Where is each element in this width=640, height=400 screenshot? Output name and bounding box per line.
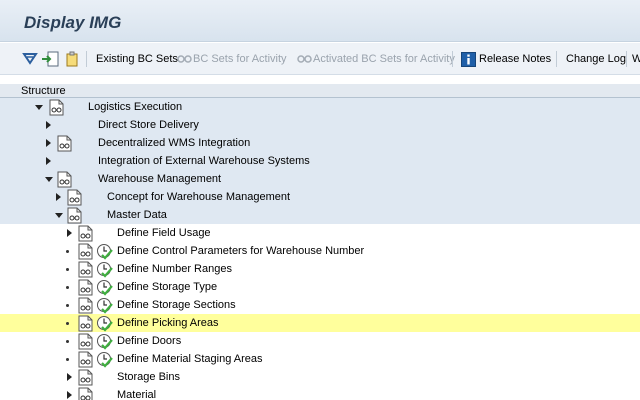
tree-node-label: Decentralized WMS Integration xyxy=(98,137,251,149)
tree-node-label: Integration of External Warehouse System… xyxy=(98,155,310,167)
find-icon[interactable] xyxy=(22,43,38,75)
img-document-icon xyxy=(57,135,72,152)
tree-row[interactable]: Storage Bins xyxy=(0,368,640,386)
release-notes-label: Release Notes xyxy=(479,53,552,65)
toolbar-separator xyxy=(626,51,627,67)
expand-arrow-icon[interactable] xyxy=(67,229,72,237)
application-toolbar: Existing BC Sets BC Sets for Activity Ac… xyxy=(0,43,640,75)
execute-activity-icon[interactable] xyxy=(96,333,113,350)
tree-row[interactable]: Direct Store Delivery xyxy=(0,116,640,134)
img-document-icon xyxy=(78,351,93,368)
tree-node-label: Define Control Parameters for Warehouse … xyxy=(117,245,365,257)
info-icon xyxy=(461,51,476,67)
collapse-arrow-icon[interactable] xyxy=(55,213,63,218)
leaf-bullet xyxy=(66,250,69,253)
change-log-button[interactable]: Change Log xyxy=(566,43,626,75)
leaf-bullet xyxy=(66,340,69,343)
tree-row[interactable]: Logistics Execution xyxy=(0,98,640,116)
expand-arrow-icon[interactable] xyxy=(46,139,51,147)
toolbar-separator xyxy=(556,51,557,67)
execute-activity-icon[interactable] xyxy=(96,315,113,332)
execute-activity-icon[interactable] xyxy=(96,351,113,368)
tree-node-label: Define Material Staging Areas xyxy=(117,353,263,365)
tree-row[interactable]: Define Field Usage xyxy=(0,224,640,242)
title-bar: Display IMG xyxy=(0,0,640,42)
img-document-icon xyxy=(78,225,93,242)
expand-arrow-icon[interactable] xyxy=(46,121,51,129)
tree-row[interactable]: Material xyxy=(0,386,640,400)
release-notes-button[interactable]: Release Notes xyxy=(461,43,551,75)
tree-node-label: Storage Bins xyxy=(117,371,180,383)
bc-sets-for-activity-label: BC Sets for Activity xyxy=(193,53,287,65)
img-document-icon xyxy=(78,387,93,400)
tree-node-label: Define Picking Areas xyxy=(117,317,219,329)
img-document-icon xyxy=(78,279,93,296)
img-structure-tree: Logistics Execution Direct Store Deliver… xyxy=(0,98,640,400)
tree-node-label: Concept for Warehouse Management xyxy=(107,191,291,203)
toolbar-separator xyxy=(86,51,87,67)
tree-row[interactable]: Define Number Ranges xyxy=(0,260,640,278)
tree-row[interactable]: Master Data xyxy=(0,206,640,224)
execute-activity-icon[interactable] xyxy=(96,261,113,278)
toolbar-overflow-button[interactable]: W xyxy=(632,43,640,75)
tree-node-label: Define Number Ranges xyxy=(117,263,232,275)
expand-arrow-icon[interactable] xyxy=(67,391,72,399)
execute-activity-icon[interactable] xyxy=(96,243,113,260)
leaf-bullet xyxy=(66,358,69,361)
img-document-icon xyxy=(67,207,82,224)
tree-row[interactable]: Define Control Parameters for Warehouse … xyxy=(0,242,640,260)
tree-node-label: Define Storage Sections xyxy=(117,299,236,311)
leaf-bullet xyxy=(66,304,69,307)
tree-row[interactable]: Decentralized WMS Integration xyxy=(0,134,640,152)
toolbar-separator xyxy=(452,51,453,67)
img-document-icon xyxy=(57,171,72,188)
img-document-icon xyxy=(78,243,93,260)
img-document-icon xyxy=(78,261,93,278)
leaf-bullet xyxy=(66,322,69,325)
img-document-icon xyxy=(78,315,93,332)
tree-row[interactable]: Define Material Staging Areas xyxy=(0,350,640,368)
tree-node-label: Define Field Usage xyxy=(117,227,211,239)
tree-row[interactable]: Concept for Warehouse Management xyxy=(0,188,640,206)
img-document-icon xyxy=(78,333,93,350)
tree-node-label: Material xyxy=(117,389,157,400)
clipboard-icon[interactable] xyxy=(64,43,80,75)
activated-bc-sets-button[interactable]: Activated BC Sets for Activity xyxy=(297,43,455,75)
execute-activity-icon[interactable] xyxy=(96,279,113,296)
collapse-arrow-icon[interactable] xyxy=(45,177,53,182)
collapse-arrow-icon[interactable] xyxy=(35,105,43,110)
bc-set-icon xyxy=(177,52,193,66)
img-document-icon xyxy=(67,189,82,206)
bc-set-icon xyxy=(297,52,313,66)
existing-bc-sets-button[interactable]: Existing BC Sets xyxy=(96,43,178,75)
tree-node-label: Warehouse Management xyxy=(98,173,222,185)
tree-row[interactable]: Define Doors xyxy=(0,332,640,350)
expand-arrow-icon[interactable] xyxy=(67,373,72,381)
tree-node-label: Define Storage Type xyxy=(117,281,218,293)
tree-node-label: Direct Store Delivery xyxy=(98,119,199,131)
tree-row[interactable]: Integration of External Warehouse System… xyxy=(0,152,640,170)
leaf-bullet xyxy=(66,268,69,271)
img-document-icon xyxy=(78,369,93,386)
tree-node-label: Define Doors xyxy=(117,335,182,347)
tree-row[interactable]: Define Storage Type xyxy=(0,278,640,296)
import-icon[interactable] xyxy=(41,43,59,75)
tree-row-selected[interactable]: Define Picking Areas xyxy=(0,314,640,332)
page-title: Display IMG xyxy=(24,13,122,32)
expand-arrow-icon[interactable] xyxy=(46,157,51,165)
expand-arrow-icon[interactable] xyxy=(56,193,61,201)
img-document-icon xyxy=(49,99,64,116)
tree-row[interactable]: Warehouse Management xyxy=(0,170,640,188)
execute-activity-icon[interactable] xyxy=(96,297,113,314)
tree-row[interactable]: Define Storage Sections xyxy=(0,296,640,314)
tree-node-label: Master Data xyxy=(107,209,167,221)
leaf-bullet xyxy=(66,286,69,289)
tree-node-label: Logistics Execution xyxy=(88,101,183,113)
bc-sets-for-activity-button[interactable]: BC Sets for Activity xyxy=(177,43,287,75)
activated-bc-sets-label: Activated BC Sets for Activity xyxy=(313,53,455,65)
img-document-icon xyxy=(78,297,93,314)
structure-header: Structure xyxy=(0,84,640,98)
